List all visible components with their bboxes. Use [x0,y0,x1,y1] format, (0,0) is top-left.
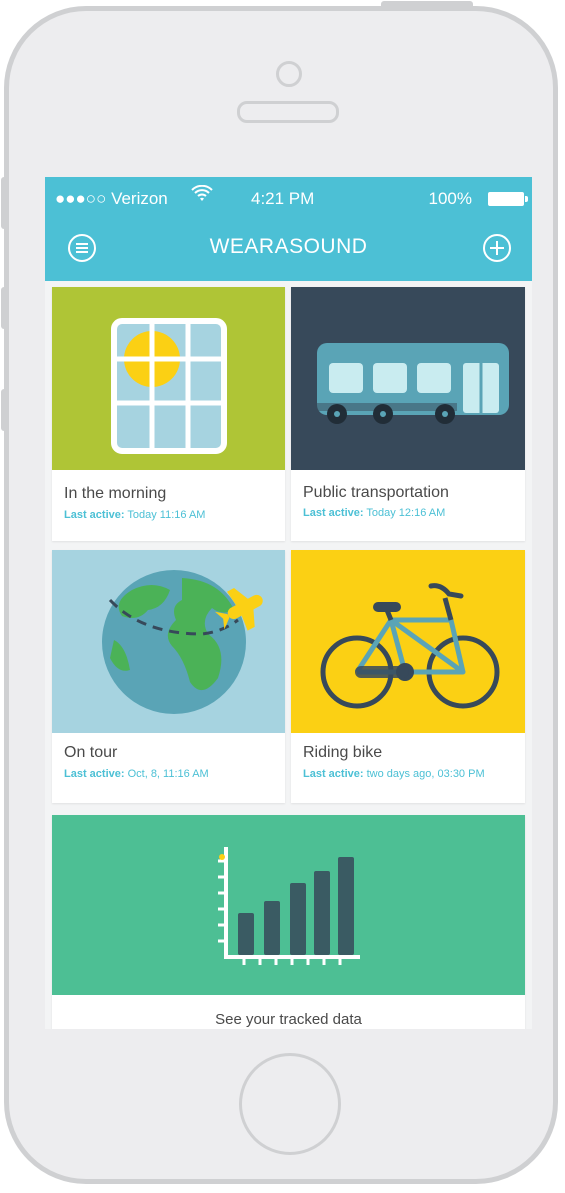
last-active-label: Last active: [64,768,125,780]
card-title: In the morning [64,485,167,502]
tracked-data-label: See your tracked data [215,1011,362,1028]
last-active-value: Oct, 8, 11:16 AM [127,768,209,780]
status-bar: ●●●○○ Verizon 4:21 PM 100% [45,177,532,219]
activity-card-transportation[interactable]: Public transportation Last active: Today… [291,287,525,541]
carrier-label: ●●●○○ Verizon [55,189,168,208]
card-title: On tour [64,744,118,761]
home-button[interactable] [239,1053,341,1155]
volume-up-button [1,287,7,329]
last-active-text: Last active: Today 12:16 AM [303,507,445,519]
last-active-text: Last active: Oct, 8, 11:16 AM [64,768,209,780]
app-title: WEARASOUND [209,235,368,258]
last-active-value: two days ago, 03:30 PM [366,768,485,780]
speaker-grille [237,101,339,123]
add-icon[interactable] [482,233,512,263]
bar-graph-illustration [52,815,525,995]
card-title: Public transportation [303,484,449,501]
last-active-value: Today 12:16 AM [366,507,446,519]
volume-down-button [1,389,7,431]
card-title: Riding bike [303,744,383,761]
power-button [381,1,473,9]
bicycle-illustration [291,550,525,733]
app-screen: ●●●○○ Verizon 4:21 PM 100% WEARASOUND In… [45,177,532,1029]
activity-card-tour[interactable]: On tour Last active: Oct, 8, 11:16 AM [52,550,285,803]
front-camera [276,61,302,87]
app-header: WEARASOUND [45,219,532,281]
mute-switch [1,177,7,229]
activity-card-morning[interactable]: In the morning Last active: Today 11:16 … [52,287,285,541]
activity-card-bike[interactable]: Riding bike Last active: two days ago, 0… [291,550,525,803]
last-active-text: Last active: two days ago, 03:30 PM [303,768,485,780]
last-active-value: Today 11:16 AM [127,509,206,521]
clock: 4:21 PM [251,189,315,208]
window-sun-illustration [52,287,285,470]
last-active-text: Last active: Today 11:16 AM [64,509,205,521]
last-active-label: Last active: [303,507,364,519]
globe-plane-illustration [52,550,285,733]
battery-full-icon [488,192,528,206]
tracked-data-card[interactable]: See your tracked data [52,815,525,1029]
phone-frame: ●●●○○ Verizon 4:21 PM 100% WEARASOUND In… [1,1,558,1184]
wifi-icon [191,184,213,208]
last-active-label: Last active: [303,768,364,780]
last-active-label: Last active: [64,509,125,521]
bus-illustration [291,287,525,470]
battery-percentage: 100% [428,189,472,208]
